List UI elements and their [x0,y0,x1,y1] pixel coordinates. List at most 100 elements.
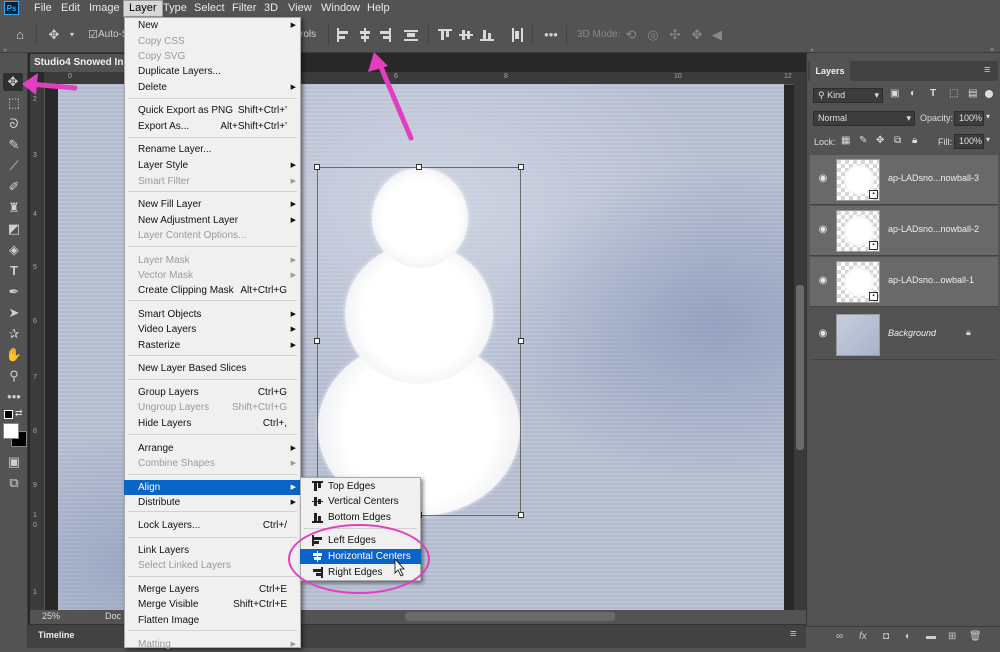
layer-row[interactable]: ◉ ▪ ap-LADsno...owball-1 [810,257,998,307]
menu-image[interactable]: Image [84,0,125,17]
menu-window[interactable]: Window [316,0,365,17]
menu-filter[interactable]: Filter [227,0,261,17]
link-layers-icon[interactable]: ∞ [836,631,843,642]
swap-colors-icon[interactable]: ⇄ [15,408,23,419]
menu-item-rename-layer[interactable]: Rename Layer... [124,142,301,157]
horizontal-scroll-thumb[interactable] [405,612,615,621]
stamp-tool-icon[interactable]: ♜ [5,199,23,217]
document-tab[interactable]: Studio4 Snowed In [30,54,130,72]
transform-bounding-box[interactable] [317,167,521,516]
menu-item-video-layers[interactable]: Video Layers ▶ [124,322,301,337]
transform-handle[interactable] [518,512,524,518]
zoom-tool-icon[interactable]: ⚲ [5,367,23,385]
layer-row[interactable]: ◉ Background 🔒︎ [810,310,998,360]
lasso-tool-icon[interactable]: ᘐ [5,115,23,133]
scale-3d-icon[interactable]: ◀ [708,26,726,44]
menu-help[interactable]: Help [362,0,395,17]
menu-item-quick-export-as-png[interactable]: Quick Export as PNG Shift+Ctrl+' [124,103,301,118]
zoom-level[interactable]: 25% [42,611,60,621]
menu-item-delete[interactable]: Delete ▶ [124,80,301,95]
eraser-tool-icon[interactable]: ◩ [5,220,23,238]
align-left-edges-icon[interactable] [336,28,350,42]
eyedropper-tool-icon[interactable]: ⟋ [5,157,23,175]
submenu-item-vertical-centers[interactable]: Vertical Centers [300,494,421,509]
tab-layers[interactable]: Layers [810,61,850,81]
menu-file[interactable]: File [29,0,57,17]
menu-item-create-clipping-mask[interactable]: Create Clipping Mask Alt+Ctrl+G [124,283,301,298]
chevron-down-icon[interactable]: ▾ [986,135,990,144]
filter-toggle-icon[interactable] [985,90,993,98]
fill-field[interactable]: 100% [954,134,984,149]
filter-type-icon[interactable]: T [930,88,936,99]
layer-row[interactable]: ◉ ▪ ap-LADsno...nowball-3 [810,155,998,205]
layer-filter-select[interactable]: ⚲ Kind ▾ [813,88,883,103]
menu-item-rasterize[interactable]: Rasterize ▶ [124,338,301,353]
more-tools-icon[interactable]: ••• [5,388,23,406]
menu-type[interactable]: Type [158,0,192,17]
brush-tool-icon[interactable]: ✐ [5,178,23,196]
home-icon[interactable]: ⌂ [11,26,29,44]
submenu-item-bottom-edges[interactable]: Bottom Edges [300,510,421,525]
opacity-field[interactable]: 100% [954,111,984,126]
close-panel-icon[interactable]: × [990,47,994,54]
move-tool-icon[interactable]: ✥ [3,73,23,91]
menu-layer[interactable]: Layer [123,0,163,17]
layer-name[interactable]: ap-LADsno...owball-1 [888,275,974,285]
layer-name[interactable]: ap-LADsno...nowball-2 [888,224,979,234]
new-layer-icon[interactable]: ⊞ [948,631,956,642]
chevron-down-icon[interactable]: ▾ [63,26,81,44]
blend-mode-select[interactable]: Normal ▾ [813,111,915,126]
timeline-tab[interactable]: Timeline [38,630,74,640]
menu-view[interactable]: View [283,0,317,17]
menu-item-layer-mask[interactable]: Layer Mask ▶ [124,253,301,268]
filter-smart-object-icon[interactable]: ▤ [968,88,977,99]
filter-pixel-icon[interactable]: ▣ [890,88,899,99]
default-colors-icon[interactable] [4,410,13,419]
filter-adjustment-icon[interactable]: ◐ [910,88,916,99]
collapse-toolbar-icon[interactable]: » [3,47,7,54]
collapse-panels-icon[interactable]: » [810,47,814,54]
submenu-item-top-edges[interactable]: Top Edges [300,479,421,494]
menu-item-merge-layers[interactable]: Merge Layers Ctrl+E [124,582,301,597]
pen-tool-icon[interactable]: ✒ [5,283,23,301]
menu-item-new-adjustment-layer[interactable]: New Adjustment Layer ▶ [124,213,301,228]
visibility-eye-icon[interactable]: ◉ [816,223,830,237]
menu-item-copy-svg[interactable]: Copy SVG [124,49,301,64]
menu-item-group-layers[interactable]: Group Layers Ctrl+G [124,385,301,400]
menu-item-copy-css[interactable]: Copy CSS [124,34,301,49]
visibility-eye-icon[interactable]: ◉ [816,172,830,186]
panel-menu-icon[interactable]: ≡ [790,628,796,640]
align-top-edges-icon[interactable] [438,28,452,42]
menu-select[interactable]: Select [189,0,230,17]
roll-3d-icon[interactable]: ◎ [644,26,662,44]
type-tool-icon[interactable]: T [5,262,23,280]
menu-item-export-as[interactable]: Export As... Alt+Shift+Ctrl+' [124,119,301,134]
menu-item-merge-visible[interactable]: Merge Visible Shift+Ctrl+E [124,597,301,612]
foreground-color-swatch[interactable] [3,423,19,439]
orbit-3d-icon[interactable]: ⟲ [622,26,640,44]
quick-mask-icon[interactable]: ▣ [5,453,23,471]
transform-handle[interactable] [518,338,524,344]
menu-item-duplicate-layers[interactable]: Duplicate Layers... [124,64,301,79]
new-group-icon[interactable]: ▬ [926,631,936,642]
panel-menu-icon[interactable]: ≡ [984,64,990,76]
layer-style-fx-icon[interactable]: fx [859,631,867,642]
align-horizontal-centers-icon[interactable] [358,28,372,42]
menu-item-link-layers[interactable]: Link Layers [124,543,301,558]
vertical-scroll-thumb[interactable] [796,285,804,450]
lock-transparency-icon[interactable]: ▦ [841,135,850,146]
lock-pixels-icon[interactable]: ✎ [859,135,867,146]
menu-item-new[interactable]: New ▶ [124,18,301,33]
layer-row[interactable]: ◉ ▪ ap-LADsno...nowball-2 [810,206,998,256]
menu-item-vector-mask[interactable]: Vector Mask ▶ [124,268,301,283]
align-right-edges-icon[interactable] [378,28,392,42]
align-bottom-edges-icon[interactable] [480,28,494,42]
align-vertical-centers-icon[interactable] [459,28,473,42]
transform-handle[interactable] [314,164,320,170]
pan-3d-icon[interactable]: ✣ [666,26,684,44]
hand-tool-icon[interactable]: ✋ [5,346,23,364]
delete-layer-icon[interactable]: 🗑︎ [969,631,982,642]
visibility-eye-icon[interactable]: ◉ [816,274,830,288]
custom-shape-tool-icon[interactable]: ✰ [5,325,23,343]
menu-item-flatten-image[interactable]: Flatten Image [124,613,301,628]
